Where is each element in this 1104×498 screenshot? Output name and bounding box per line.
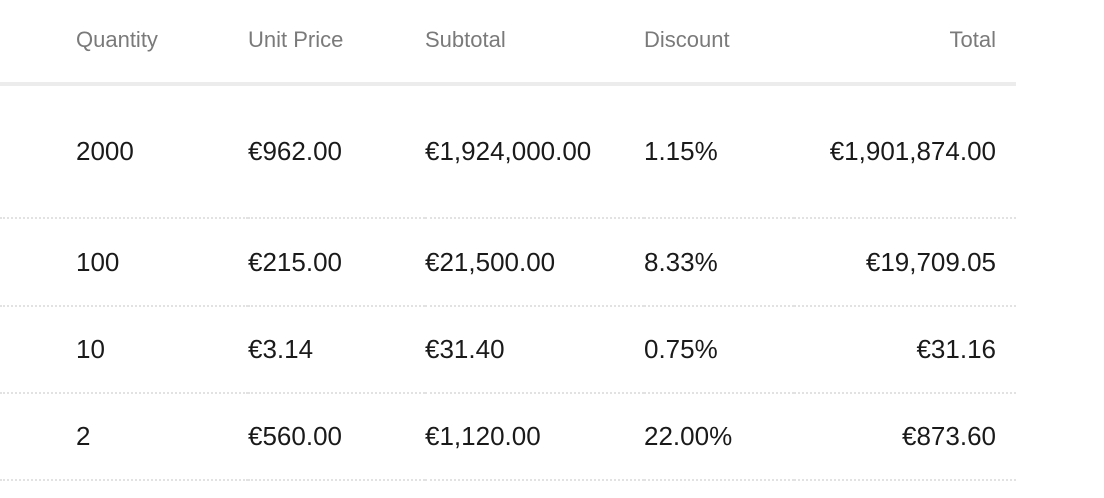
table-row: 10 €3.14 €31.40 0.75% €31.16 (0, 306, 1016, 394)
table-body: 2000 €962.00 €1,924,000.00 1.15% €1,901,… (0, 84, 1016, 481)
cell-unit-price: €962.00 (248, 84, 425, 219)
cell-quantity: 100 (0, 218, 248, 307)
cell-discount: 22.00% (644, 393, 794, 481)
cell-total: €873.60 (794, 393, 1016, 481)
cell-unit-price: €560.00 (248, 393, 425, 481)
pricing-table-container: Quantity Unit Price Subtotal Discount To… (0, 0, 1016, 481)
table-row: 2000 €962.00 €1,924,000.00 1.15% €1,901,… (0, 84, 1016, 219)
cell-quantity: 10 (0, 306, 248, 394)
header-subtotal: Subtotal (425, 0, 644, 86)
cell-discount: 8.33% (644, 218, 794, 307)
cell-subtotal: €1,120.00 (425, 393, 644, 481)
cell-total: €31.16 (794, 306, 1016, 394)
header-quantity: Quantity (0, 0, 248, 86)
cell-quantity: 2000 (0, 84, 248, 219)
cell-discount: 1.15% (644, 84, 794, 219)
cell-total: €19,709.05 (794, 218, 1016, 307)
table-row: 100 €215.00 €21,500.00 8.33% €19,709.05 (0, 218, 1016, 307)
cell-subtotal: €21,500.00 (425, 218, 644, 307)
table-header: Quantity Unit Price Subtotal Discount To… (0, 0, 1016, 86)
pricing-table: Quantity Unit Price Subtotal Discount To… (0, 0, 1016, 481)
header-total: Total (794, 0, 1016, 86)
table-row: 2 €560.00 €1,120.00 22.00% €873.60 (0, 393, 1016, 481)
header-row: Quantity Unit Price Subtotal Discount To… (0, 0, 1016, 86)
cell-unit-price: €3.14 (248, 306, 425, 394)
cell-quantity: 2 (0, 393, 248, 481)
cell-unit-price: €215.00 (248, 218, 425, 307)
cell-subtotal: €31.40 (425, 306, 644, 394)
cell-discount: 0.75% (644, 306, 794, 394)
cell-total: €1,901,874.00 (794, 84, 1016, 219)
header-discount: Discount (644, 0, 794, 86)
header-unit-price: Unit Price (248, 0, 425, 86)
cell-subtotal: €1,924,000.00 (425, 84, 644, 219)
